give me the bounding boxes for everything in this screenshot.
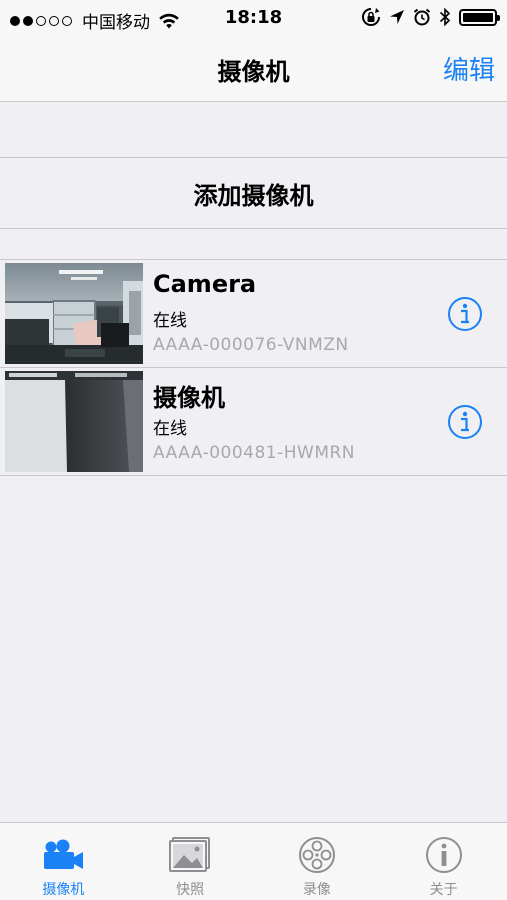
alarm-clock-icon	[413, 8, 431, 26]
info-icon	[425, 837, 462, 873]
add-camera-button[interactable]: 添加摄像机	[0, 157, 507, 229]
camera-id: AAAA-000076-VNMZN	[153, 335, 349, 355]
edit-button[interactable]: 编辑	[443, 50, 495, 87]
camera-thumbnail	[5, 263, 143, 364]
camera-row[interactable]: Camera 在线 AAAA-000076-VNMZN	[0, 260, 507, 368]
tab-label: 关于	[429, 882, 458, 898]
tab-bar: 摄像机 快照 录像 关于	[0, 822, 507, 900]
tab-label: 摄像机	[42, 882, 85, 898]
info-icon[interactable]	[447, 404, 483, 440]
tab-snapshots[interactable]: 快照	[127, 823, 254, 900]
tab-label: 录像	[302, 882, 331, 898]
tab-label: 快照	[176, 882, 205, 898]
photo-icon	[169, 837, 211, 872]
status-bar: 中国移动 18:18	[0, 0, 507, 36]
camera-thumbnail	[5, 371, 143, 472]
status-right	[361, 7, 500, 27]
info-icon[interactable]	[447, 296, 483, 332]
screen: 中国移动 18:18 摄像机 编辑 添加摄像机 Camera 在线 AAAA-0…	[0, 0, 507, 900]
camera-name: Camera	[153, 270, 257, 298]
camera-list: Camera 在线 AAAA-000076-VNMZN 摄像机 在线 AAAA-…	[0, 259, 507, 476]
camera-row[interactable]: 摄像机 在线 AAAA-000481-HWMRN	[0, 368, 507, 476]
tab-cameras[interactable]: 摄像机	[0, 823, 127, 900]
camera-status: 在线	[153, 311, 187, 331]
video-camera-icon	[44, 839, 84, 869]
camera-status: 在线	[153, 419, 187, 439]
tab-recordings[interactable]: 录像	[254, 823, 381, 900]
navigation-bar: 摄像机 编辑	[0, 36, 507, 102]
camera-name: 摄像机	[153, 384, 225, 412]
tab-about[interactable]: 关于	[380, 823, 507, 900]
rotation-lock-icon	[362, 8, 380, 26]
camera-id: AAAA-000481-HWMRN	[153, 443, 356, 463]
add-camera-label: 添加摄像机	[193, 181, 314, 210]
battery-icon	[459, 8, 500, 26]
bluetooth-icon	[439, 7, 451, 27]
page-title: 摄像机	[217, 58, 290, 86]
film-reel-icon	[298, 837, 335, 873]
location-arrow-icon	[390, 10, 404, 24]
